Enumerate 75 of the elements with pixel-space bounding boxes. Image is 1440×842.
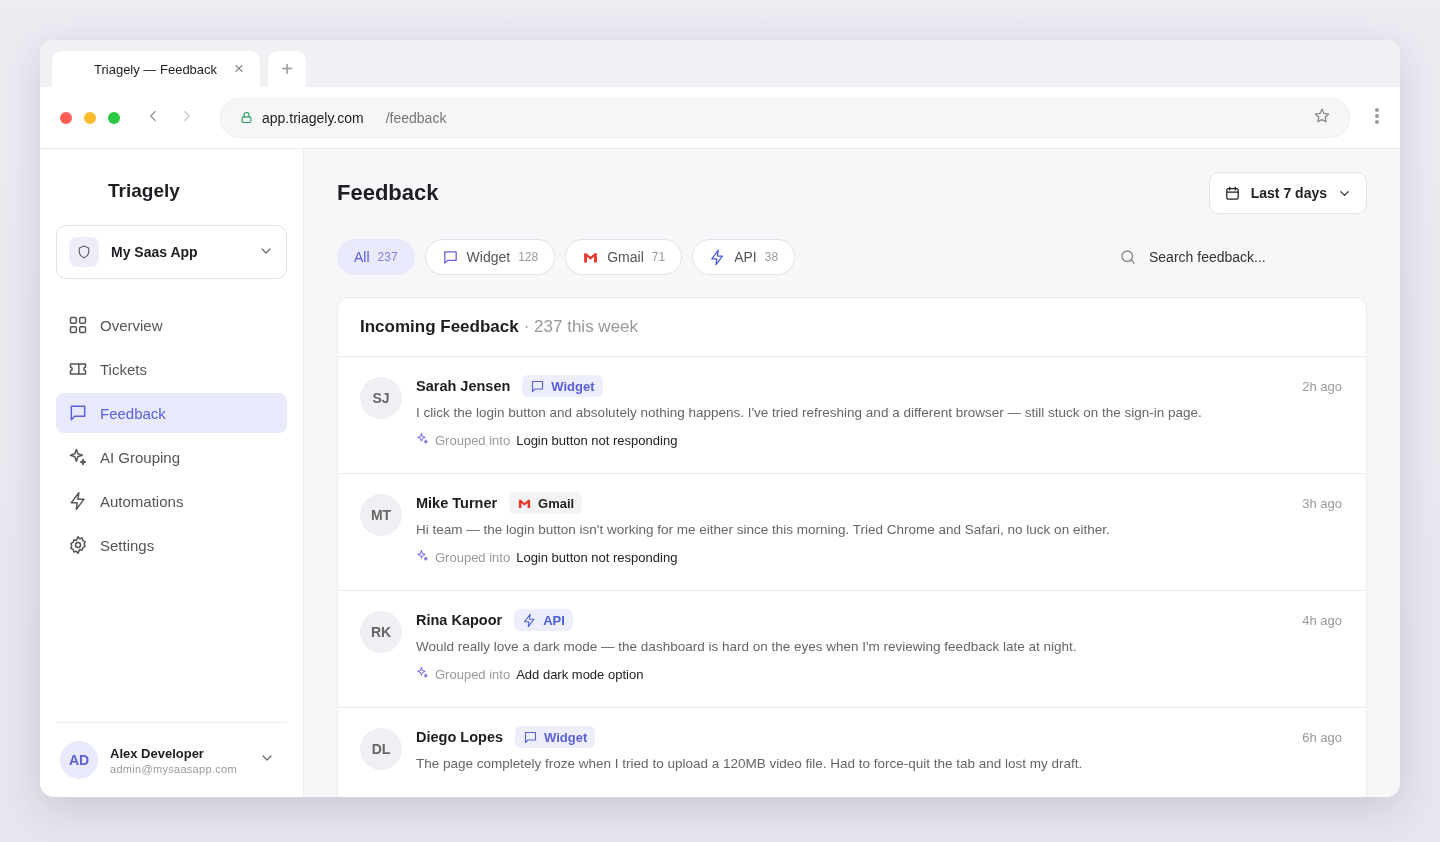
sparkle-icon: [416, 666, 429, 679]
author-name: Rina Kapoor: [416, 612, 503, 628]
author-name: Mike Turner: [416, 495, 498, 511]
calendar-icon: [1223, 184, 1241, 202]
user-avatar: AD: [60, 741, 98, 779]
feedback-item[interactable]: MT Mike Turner Gmail 3h ago Hi team — the login button isn't working for me either since this morning. Tried Chrome and Safari, no luck on either. Grouped into Login button not responding: [338, 474, 1366, 591]
tab-title: Triagely — Feedback: [94, 61, 218, 77]
author-avatar: MT: [360, 494, 402, 536]
group-name[interactable]: Login button not responding: [516, 549, 678, 565]
lock-icon: [239, 110, 254, 125]
group-name[interactable]: Add dark mode option: [516, 666, 644, 682]
bolt-icon: [68, 491, 88, 511]
url-host: app.triagely.com: [262, 109, 364, 126]
nav-item[interactable]: Feedback: [56, 393, 287, 433]
sparkle-icon: [416, 549, 429, 562]
feedback-item[interactable]: DL Diego Lopes Widget 6h ago The page completely froze when I tried to upload a 120MB video file. Had to force-quit the tab and lost my draft.: [338, 708, 1366, 797]
nav-item[interactable]: Tickets: [56, 349, 287, 389]
feedback-message: The page completely froze when I tried to upload a 120MB video file. Had to force-quit the tab and lost my draft.: [416, 756, 1084, 771]
card-subtitle: · 237 this week: [523, 317, 639, 337]
group-name[interactable]: Login button not responding: [516, 432, 678, 448]
user-email: admin@mysaasapp.com: [110, 762, 238, 775]
nav-item[interactable]: Settings: [56, 525, 287, 565]
filter-chip[interactable]: Gmail 71: [565, 239, 683, 275]
grouped-label: Grouped into: [435, 432, 511, 448]
nav-item[interactable]: Overview: [56, 305, 287, 345]
nav-item[interactable]: AI Grouping: [56, 437, 287, 477]
user-name: Alex Developer: [110, 745, 205, 761]
close-window-dot[interactable]: [60, 111, 72, 124]
chat-icon: [523, 729, 538, 745]
close-icon[interactable]: ×: [234, 59, 244, 79]
timestamp: 4h ago: [1302, 612, 1342, 628]
author-name: Sarah Jensen: [416, 378, 511, 394]
source-tag: Widget: [522, 375, 603, 397]
grid-icon: [68, 315, 88, 335]
page-title: Feedback: [337, 180, 439, 206]
feedback-message: Hi team — the login button isn't working for me either since this morning. Tried Chrome and Safari, no luck on either.: [416, 522, 1111, 537]
search-icon: [1119, 248, 1137, 266]
grouped-label: Grouped into: [435, 666, 511, 682]
filter-chip[interactable]: Widget 128: [424, 239, 556, 275]
author-avatar: SJ: [360, 377, 402, 419]
filter-chip[interactable]: All 237: [337, 239, 415, 275]
feedback-message: I click the login button and absolutely nothing happens. I've tried refreshing and a different browser — still stuck on the sign-in page.: [416, 405, 1203, 420]
chat-icon: [441, 248, 459, 266]
search-field[interactable]: Search feedback...: [1147, 248, 1359, 266]
minimize-window-dot[interactable]: [84, 111, 96, 124]
timestamp: 2h ago: [1302, 378, 1342, 394]
brand-name: Triagely: [107, 179, 181, 203]
url-path: /feedback: [385, 109, 448, 126]
workspace-selector[interactable]: My Saas App: [56, 225, 287, 279]
author-avatar: RK: [360, 611, 402, 653]
maximize-window-dot[interactable]: [108, 111, 120, 124]
source-tag: Widget: [515, 726, 596, 748]
nav-item[interactable]: Automations: [56, 481, 287, 521]
date-range-dropdown[interactable]: Last 7 days: [1208, 172, 1367, 214]
chat-icon: [68, 403, 88, 423]
feedback-item[interactable]: RK Rina Kapoor API 4h ago Would really love a dark mode — the dashboard is hard on the eyes when I'm reviewing feedback late at night. Grouped into Add dark mode option: [338, 591, 1366, 708]
timestamp: 6h ago: [1302, 729, 1342, 745]
chat-icon: [530, 378, 546, 394]
star-icon: [1313, 107, 1331, 125]
browser-tab[interactable]: Triagely — Feedback ×: [52, 51, 260, 87]
source-tag: API: [514, 609, 573, 631]
filter-chip[interactable]: API 38: [692, 239, 796, 275]
card-title: Incoming Feedback: [360, 317, 519, 337]
sparkle-icon: [416, 432, 429, 445]
grouped-label: Grouped into: [435, 549, 511, 565]
timestamp: 3h ago: [1302, 495, 1342, 511]
source-tag: Gmail: [509, 492, 583, 514]
author-name: Diego Lopes: [416, 729, 503, 745]
sparkle-icon: [68, 447, 88, 467]
author-avatar: DL: [360, 728, 402, 770]
shield-icon: [76, 244, 92, 260]
address-bar[interactable]: app.triagely.com /feedback: [220, 97, 1350, 138]
settings-icon: [68, 535, 88, 555]
feedback-message: Would really love a dark mode — the dashboard is hard on the eyes when I'm reviewing feedback late at night.: [416, 639, 1078, 654]
more-icon[interactable]: [1374, 106, 1380, 125]
